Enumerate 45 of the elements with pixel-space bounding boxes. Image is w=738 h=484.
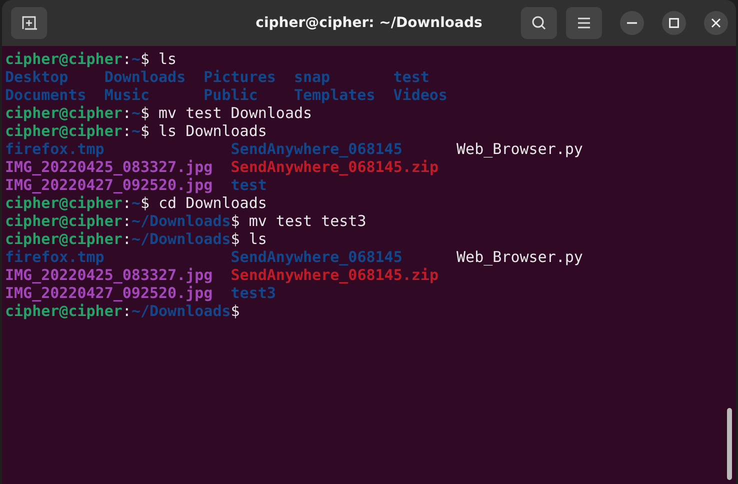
file-name: Desktop [5,68,68,86]
menu-button[interactable] [566,7,602,39]
command-line: cipher@cipher:~/Downloads$ [5,302,241,320]
file-name: Public [204,86,258,104]
file-name: SendAnywhere_068145.zip [230,266,438,284]
command-line: cipher@cipher:~$ mv test Downloads [5,104,314,122]
search-icon [531,15,547,31]
file-name: test3 [230,284,276,302]
file-name: Downloads [104,68,186,86]
maximize-icon [669,18,679,28]
file-name: Templates [294,86,376,104]
command-line: cipher@cipher:~/Downloads$ mv test test3 [5,212,368,230]
file-name: firefox.tmp [5,140,104,158]
command-line: cipher@cipher:~/Downloads$ ls [5,230,268,248]
search-button[interactable] [521,7,557,39]
command-line: cipher@cipher:~$ ls Downloads [5,122,268,140]
file-name: Music [104,86,150,104]
file-name: snap [294,68,330,86]
file-name: Pictures [204,68,276,86]
maximize-button[interactable] [662,11,686,35]
window-title: cipher@cipher: ~/Downloads [256,15,482,31]
file-name: test [230,176,267,194]
close-button[interactable] [704,11,728,35]
file-name: SendAnywhere_068145.zip [230,158,438,176]
file-name: IMG_20220427_092520.jpg [5,284,213,302]
file-name: SendAnywhere_068145 [230,140,402,158]
command-line: cipher@cipher:~$ ls [5,50,178,68]
file-name: Web_Browser.py [456,248,583,266]
menu-icon [577,17,591,29]
file-name: SendAnywhere_068145 [230,248,402,266]
minimize-icon [627,22,637,24]
file-name: Documents [5,86,86,104]
file-name: IMG_20220427_092520.jpg [5,176,213,194]
file-name: IMG_20220425_083327.jpg [5,266,213,284]
new-tab-button[interactable] [11,7,47,39]
file-name: IMG_20220425_083327.jpg [5,158,213,176]
close-icon [711,18,721,28]
file-name: firefox.tmp [5,248,104,266]
file-name: test [393,68,430,86]
file-name: Videos [393,86,448,104]
minimize-button[interactable] [620,11,644,35]
scrollbar-thumb[interactable] [727,408,732,480]
command-line: cipher@cipher:~$ cd Downloads [5,194,268,212]
new-tab-icon [21,15,37,31]
file-name: Web_Browser.py [456,140,583,158]
